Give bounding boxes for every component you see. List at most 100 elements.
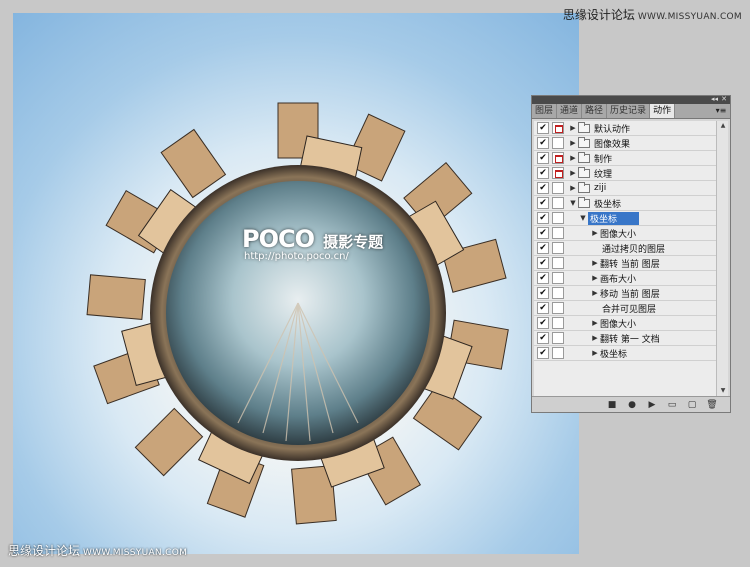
action-row[interactable]: ✔ ▶ 画布大小 xyxy=(534,271,718,286)
close-icon[interactable]: ✕ xyxy=(721,94,727,104)
tab-layers[interactable]: 图层 xyxy=(532,104,558,118)
toggle-dialog-icon[interactable] xyxy=(552,167,564,179)
action-row[interactable]: ✔ ▶ 图像大小 xyxy=(534,226,718,241)
toggle-dialog-icon[interactable] xyxy=(552,212,564,224)
record-icon[interactable]: ● xyxy=(626,399,638,411)
actions-scrollbar[interactable]: ▲ ▼ xyxy=(716,121,728,396)
document-canvas[interactable]: POCO 摄影专题 http://photo.poco.cn/ xyxy=(13,13,579,554)
action-row[interactable]: ✔ ▶ 制作 xyxy=(534,151,718,166)
folder-icon xyxy=(578,166,590,178)
actions-list: ✔ ▶ 默认动作 ✔ ▶ 图像效果 ✔ ▶ 制作 ✔ ▶ 纹理 ✔ ▶ ziji ✔ ▼ 极坐标 ✔ ▼ 极坐标 ✔ ▶ 图像… xyxy=(534,121,718,396)
chevron-right-icon[interactable]: ▶ xyxy=(590,349,600,357)
toggle-item-checkbox[interactable]: ✔ xyxy=(537,122,549,134)
panel-title-bar[interactable]: ◂◂ ✕ xyxy=(532,94,730,104)
watermark-bottom: 思缘设计论坛 WWW.MISSYUAN.COM xyxy=(8,542,187,559)
toggle-dialog-icon[interactable] xyxy=(552,227,564,239)
toggle-item-checkbox[interactable]: ✔ xyxy=(537,332,549,344)
actions-panel: ◂◂ ✕ 图层 通道 路径 历史记录 动作 ▾≡ ✔ ▶ 默认动作 ✔ ▶ 图像效果 ✔ ▶ 制… xyxy=(531,95,731,413)
toggle-dialog-icon[interactable] xyxy=(552,122,564,134)
action-row[interactable]: ✔ ▶ 翻转 当前 图层 xyxy=(534,256,718,271)
toggle-dialog-icon[interactable] xyxy=(552,347,564,359)
toggle-item-checkbox[interactable]: ✔ xyxy=(537,317,549,329)
toggle-dialog-icon[interactable] xyxy=(552,197,564,209)
collapse-icon[interactable]: ◂◂ xyxy=(711,94,718,104)
poco-brand: POCO xyxy=(242,225,315,253)
action-row-label: 翻转 当前 图层 xyxy=(600,259,660,270)
toggle-item-checkbox[interactable]: ✔ xyxy=(537,287,549,299)
photoshop-workspace: POCO 摄影专题 http://photo.poco.cn/ 思缘设计论坛 WW… xyxy=(0,0,750,567)
chevron-right-icon[interactable]: ▶ xyxy=(568,184,578,192)
action-row-label: 默认动作 xyxy=(594,124,631,135)
chevron-right-icon[interactable]: ▶ xyxy=(568,154,578,162)
tab-history[interactable]: 历史记录 xyxy=(607,104,651,118)
chevron-down-icon[interactable]: ▼ xyxy=(568,199,578,207)
chevron-right-icon[interactable]: ▶ xyxy=(590,334,600,342)
chevron-right-icon[interactable]: ▶ xyxy=(590,229,600,237)
toggle-item-checkbox[interactable]: ✔ xyxy=(537,272,549,284)
delete-icon[interactable]: 🗑 xyxy=(706,399,718,411)
action-row[interactable]: ✔ ▶ 默认动作 xyxy=(534,121,718,136)
toggle-dialog-icon[interactable] xyxy=(552,332,564,344)
action-row[interactable]: ✔ ▼ 极坐标 xyxy=(534,196,718,211)
toggle-dialog-icon[interactable] xyxy=(552,317,564,329)
toggle-item-checkbox[interactable]: ✔ xyxy=(537,302,549,314)
toggle-item-checkbox[interactable]: ✔ xyxy=(537,257,549,269)
tab-paths[interactable]: 路径 xyxy=(582,104,608,118)
chevron-right-icon[interactable]: ▶ xyxy=(590,289,600,297)
toggle-dialog-icon[interactable] xyxy=(552,242,564,254)
toggle-item-checkbox[interactable]: ✔ xyxy=(537,137,549,149)
new-set-icon[interactable]: ▭ xyxy=(666,399,678,411)
toggle-item-checkbox[interactable]: ✔ xyxy=(537,227,549,239)
toggle-dialog-icon[interactable] xyxy=(552,287,564,299)
action-row[interactable]: ✔ 合并可见图层 xyxy=(534,301,718,316)
toggle-dialog-icon[interactable] xyxy=(552,182,564,194)
toggle-item-checkbox[interactable]: ✔ xyxy=(537,197,549,209)
watermark-top: 思缘设计论坛 WWW.MISSYUAN.COM xyxy=(563,6,742,23)
chevron-down-icon[interactable]: ▼ xyxy=(578,214,588,222)
action-row-label: 极坐标 xyxy=(594,199,622,210)
toggle-item-checkbox[interactable]: ✔ xyxy=(537,167,549,179)
chevron-right-icon[interactable]: ▶ xyxy=(590,274,600,282)
action-row[interactable]: ✔ ▶ ziji xyxy=(534,181,718,196)
action-row[interactable]: ✔ ▶ 翻转 第一 文档 xyxy=(534,331,718,346)
toggle-dialog-icon[interactable] xyxy=(552,137,564,149)
stop-icon[interactable]: ■ xyxy=(606,399,618,411)
folder-icon xyxy=(578,151,590,163)
new-action-icon[interactable]: ▢ xyxy=(686,399,698,411)
action-row[interactable]: ✔ ▼ 极坐标 xyxy=(534,211,718,226)
chevron-right-icon[interactable]: ▶ xyxy=(568,124,578,132)
action-row-label: 纹理 xyxy=(594,169,613,180)
toggle-item-checkbox[interactable]: ✔ xyxy=(537,152,549,164)
action-row[interactable]: ✔ ▶ 极坐标 xyxy=(534,346,718,361)
action-row-label: 翻转 第一 文档 xyxy=(600,334,660,345)
tab-actions[interactable]: 动作 xyxy=(650,104,676,118)
action-row[interactable]: ✔ ▶ 图像效果 xyxy=(534,136,718,151)
panel-tabs: 图层 通道 路径 历史记录 动作 ▾≡ xyxy=(532,104,730,119)
chevron-right-icon[interactable]: ▶ xyxy=(590,259,600,267)
action-row-label: 极坐标 xyxy=(600,349,628,360)
toggle-item-checkbox[interactable]: ✔ xyxy=(537,242,549,254)
action-row[interactable]: ✔ ▶ 纹理 xyxy=(534,166,718,181)
toggle-dialog-icon[interactable] xyxy=(552,257,564,269)
toggle-dialog-icon[interactable] xyxy=(552,272,564,284)
toggle-item-checkbox[interactable]: ✔ xyxy=(537,212,549,224)
play-icon[interactable]: ▶ xyxy=(646,399,658,411)
chevron-right-icon[interactable]: ▶ xyxy=(568,139,578,147)
tab-channels[interactable]: 通道 xyxy=(557,104,583,118)
toggle-dialog-icon[interactable] xyxy=(552,152,564,164)
action-row[interactable]: ✔ 通过拷贝的图层 xyxy=(534,241,718,256)
action-row[interactable]: ✔ ▶ 移动 当前 图层 xyxy=(534,286,718,301)
panel-menu-icon[interactable]: ▾≡ xyxy=(714,106,728,116)
toggle-item-checkbox[interactable]: ✔ xyxy=(537,347,549,359)
toggle-item-checkbox[interactable]: ✔ xyxy=(537,182,549,194)
chevron-right-icon[interactable]: ▶ xyxy=(568,169,578,177)
toggle-dialog-icon[interactable] xyxy=(552,302,564,314)
building-ring xyxy=(86,102,509,525)
scroll-down-icon[interactable]: ▼ xyxy=(717,386,729,396)
chevron-right-icon[interactable]: ▶ xyxy=(590,319,600,327)
scroll-up-icon[interactable]: ▲ xyxy=(717,121,729,131)
action-row-label: 画布大小 xyxy=(600,274,637,285)
action-row[interactable]: ✔ ▶ 图像大小 xyxy=(534,316,718,331)
action-row-label: ziji xyxy=(594,183,607,193)
watermark-text: 思缘设计论坛 xyxy=(8,544,81,558)
